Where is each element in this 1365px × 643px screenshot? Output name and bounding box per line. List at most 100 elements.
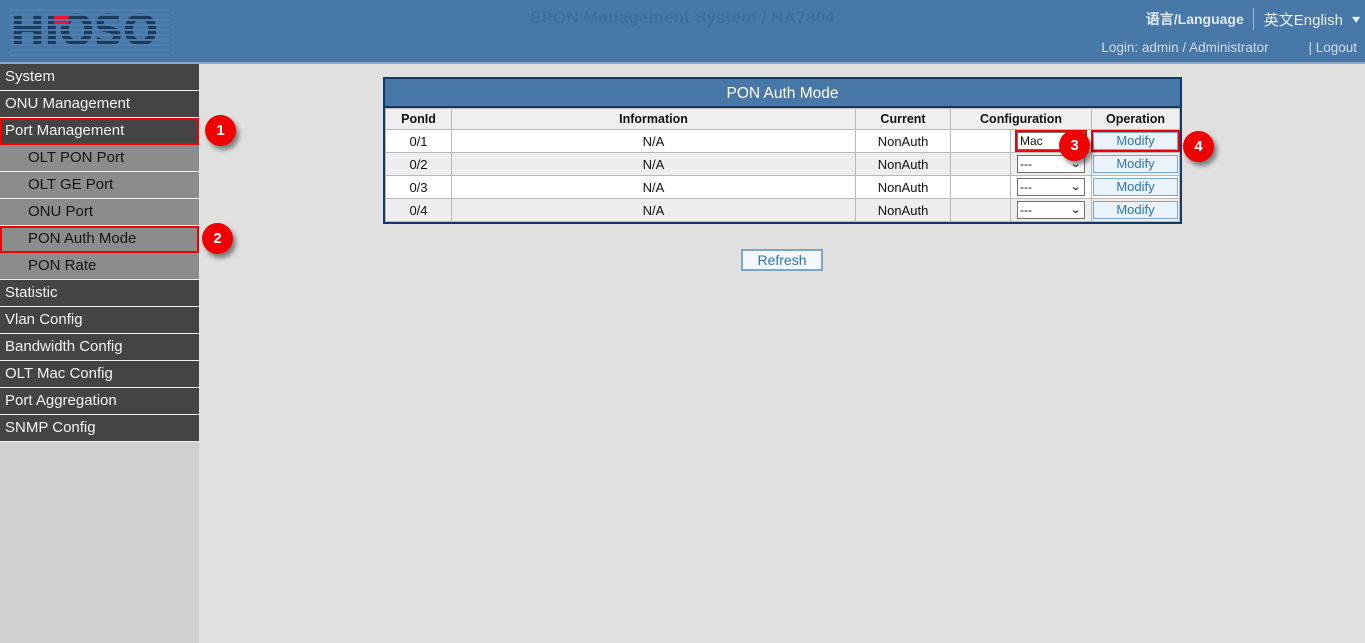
config-select-wrapper[interactable]: ---MacLoidPassword⌄ <box>1017 201 1085 219</box>
cell-ponid: 0/4 <box>386 199 452 222</box>
cell-ponid-text: 0/4 <box>409 203 427 218</box>
sidebar-item-label: Statistic <box>5 284 58 301</box>
chevron-down-icon: ▾ <box>1352 12 1360 26</box>
cell-ponid-text: 0/1 <box>409 134 427 149</box>
cell-current-text: NonAuth <box>878 157 929 172</box>
cell-information: N/A <box>452 199 856 222</box>
cell-information-text: N/A <box>643 134 665 149</box>
sidebar-item-port-management[interactable]: Port Management <box>0 118 199 145</box>
login-user: Login: admin / Administrator <box>1101 40 1268 55</box>
language-selector[interactable]: 语言/Language 英文English ▾ <box>1146 6 1361 32</box>
refresh-bar: Refresh <box>199 249 1365 271</box>
table-row: 0/3 N/A NonAuth ---MacLoidPassword⌄ Modify <box>386 176 1180 199</box>
sidebar-item-label: OLT GE Port <box>28 176 113 193</box>
config-select[interactable]: ---MacLoidPassword <box>1017 178 1085 196</box>
sidebar-item-system[interactable]: System <box>0 64 199 91</box>
sidebar-item-label: Bandwidth Config <box>5 338 123 355</box>
cell-current: NonAuth <box>856 130 951 153</box>
annotation-badge-2: 2 <box>202 223 233 254</box>
sidebar-item-onu-management[interactable]: ONU Management <box>0 91 199 118</box>
cell-information-text: N/A <box>643 157 665 172</box>
sidebar-item-label: Vlan Config <box>5 311 83 328</box>
cell-information-text: N/A <box>643 180 665 195</box>
cell-current-text: NonAuth <box>878 134 929 149</box>
modify-button-wrapper[interactable]: Modify <box>1093 201 1178 219</box>
modify-button[interactable]: Modify <box>1093 132 1178 150</box>
sidebar-item-label: Port Management <box>5 122 124 139</box>
cell-information: N/A <box>452 153 856 176</box>
sidebar-item-onu-port[interactable]: ONU Port <box>0 199 199 226</box>
sidebar-item-label: ONU Port <box>28 203 93 220</box>
cell-current: NonAuth <box>856 199 951 222</box>
cell-configuration: ---MacLoidPassword⌄ <box>1011 199 1092 222</box>
page-header: HIOSO EPON Management System / HA7304 语言… <box>0 0 1365 64</box>
logout-link[interactable]: | Logout <box>1308 40 1357 55</box>
cell-information: N/A <box>452 130 856 153</box>
cell-information: N/A <box>452 176 856 199</box>
cell-configuration: ---MacLoidPassword⌄ <box>1011 176 1092 199</box>
cell-current-text: NonAuth <box>878 180 929 195</box>
col-header-operation: Operation <box>1092 109 1180 130</box>
sidebar-item-pon-rate[interactable]: PON Rate <box>0 253 199 280</box>
modify-button[interactable]: Modify <box>1093 178 1178 196</box>
sidebar-item-label: ONU Management <box>5 95 130 112</box>
cell-ponid: 0/2 <box>386 153 452 176</box>
panel-title: PON Auth Mode <box>385 79 1180 108</box>
table-row: 0/2N/ANonAuth---MacLoidPassword⌄Modify <box>386 153 1180 176</box>
cell-spacer <box>951 199 1011 222</box>
cell-operation: Modify <box>1092 199 1180 222</box>
cell-operation: Modify <box>1092 153 1180 176</box>
sidebar-item-label: PON Rate <box>28 257 96 274</box>
cell-current: NonAuth <box>856 153 951 176</box>
annotation-badge-1: 1 <box>205 115 236 146</box>
language-divider <box>1253 8 1254 30</box>
cell-spacer <box>951 153 1011 176</box>
cell-operation: Modify <box>1092 130 1180 153</box>
cell-current: NonAuth <box>856 176 951 199</box>
sidebar-item-bandwidth-config[interactable]: Bandwidth Config <box>0 334 199 361</box>
cell-ponid: 0/3 <box>386 176 452 199</box>
cell-operation: Modify <box>1092 176 1180 199</box>
annotation-badge-3: 3 <box>1059 130 1090 161</box>
cell-ponid: 0/1 <box>386 130 452 153</box>
sidebar-item-pon-auth-mode[interactable]: PON Auth Mode <box>0 226 199 253</box>
sidebar-item-olt-pon-port[interactable]: OLT PON Port <box>0 145 199 172</box>
sidebar-item-label: OLT Mac Config <box>5 365 113 382</box>
sidebar-item-label: PON Auth Mode <box>28 230 136 247</box>
sidebar-item-olt-ge-port[interactable]: OLT GE Port <box>0 172 199 199</box>
config-select-wrapper[interactable]: ---MacLoidPassword⌄ <box>1017 178 1085 196</box>
sidebar-item-label: SNMP Config <box>5 419 96 436</box>
col-header-information: Information <box>452 109 856 130</box>
sidebar-item-label: OLT PON Port <box>28 149 124 166</box>
language-dropdown[interactable]: 英文English ▾ <box>1262 8 1361 31</box>
cell-current-text: NonAuth <box>878 203 929 218</box>
login-info: Login: admin / Administrator | Logout <box>1101 40 1365 55</box>
modify-button[interactable]: Modify <box>1093 201 1178 219</box>
language-label: 语言/Language <box>1146 9 1244 29</box>
table-row: 0/4 N/A NonAuth ---MacLoidPassword⌄ Modify <box>386 199 1180 222</box>
cell-ponid-text: 0/3 <box>409 180 427 195</box>
modify-button-wrapper[interactable]: Modify <box>1093 155 1178 173</box>
refresh-button[interactable]: Refresh <box>741 249 823 271</box>
pon-auth-mode-table: PonId Information Current Configuration … <box>385 108 1180 222</box>
sidebar-item-statistic[interactable]: Statistic <box>0 280 199 307</box>
modify-button[interactable]: Modify <box>1093 155 1178 173</box>
modify-button-wrapper[interactable]: Modify <box>1093 178 1178 196</box>
modify-button-wrapper[interactable]: Modify <box>1093 132 1178 150</box>
config-select[interactable]: ---MacLoidPassword <box>1017 201 1085 219</box>
col-header-ponid: PonId <box>386 109 452 130</box>
cell-spacer <box>951 130 1011 153</box>
sidebar-item-vlan-config[interactable]: Vlan Config <box>0 307 199 334</box>
sidebar: System ONU Management Port Management OLT P… <box>0 64 199 643</box>
sidebar-item-port-aggregation[interactable]: Port Aggregation <box>0 388 199 415</box>
sidebar-item-olt-mac-config[interactable]: OLT Mac Config <box>0 361 199 388</box>
sidebar-item-label: Port Aggregation <box>5 392 117 409</box>
col-header-configuration: Configuration <box>951 109 1092 130</box>
sidebar-item-label: System <box>5 68 55 85</box>
annotation-badge-4: 4 <box>1183 131 1214 162</box>
sidebar-item-snmp-config[interactable]: SNMP Config <box>0 415 199 442</box>
language-value: 英文English <box>1264 9 1343 30</box>
table-header-row: PonId Information Current Configuration … <box>386 109 1180 130</box>
col-header-current: Current <box>856 109 951 130</box>
cell-spacer <box>951 176 1011 199</box>
